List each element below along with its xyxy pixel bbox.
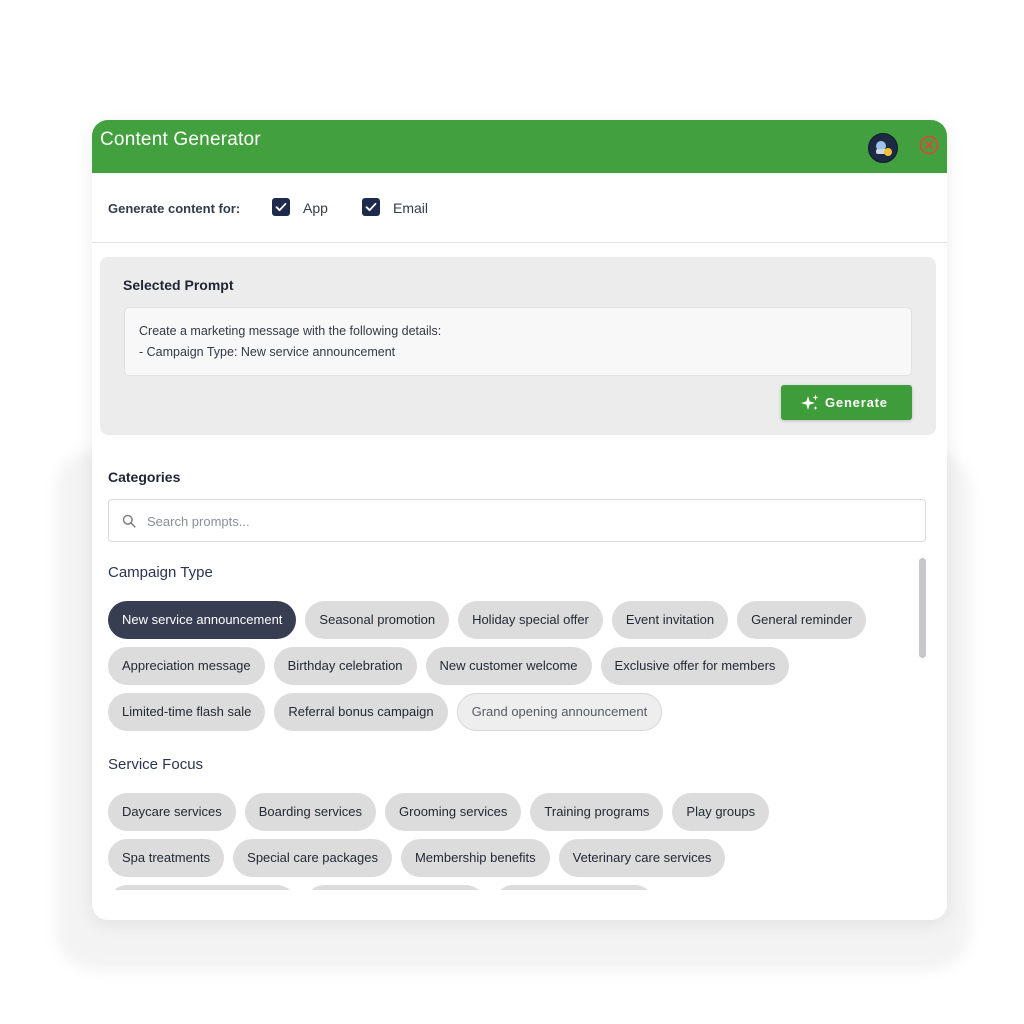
category-scrollbar[interactable] [919,558,927,888]
selected-prompt-heading: Selected Prompt [123,277,234,293]
prompt-text-box[interactable]: Create a marketing message with the foll… [124,307,912,376]
chip-seasonal-promotion[interactable]: Seasonal promotion [305,601,450,639]
chip-row: Spa treatments Special care packages Mem… [108,839,726,877]
window-footer [92,890,947,920]
avatar[interactable] [868,133,898,163]
section-title-campaign-type: Campaign Type [108,564,213,581]
categories-heading: Categories [108,469,181,485]
chip-boarding-services[interactable]: Boarding services [244,793,377,831]
scrollbar-thumb[interactable] [919,558,926,658]
chip-membership-benefits[interactable]: Membership benefits [400,839,550,877]
chip-training-programs[interactable]: Training programs [530,793,664,831]
checkmark-icon [275,202,287,212]
generate-button[interactable]: Generate [781,385,912,420]
chip-special-care-packages[interactable]: Special care packages [233,839,392,877]
email-checkbox[interactable] [362,198,380,216]
content-target-options: Generate content for: App Email [92,174,947,243]
chip-veterinary-care-services[interactable]: Veterinary care services [558,839,726,877]
chip-spa-treatments[interactable]: Spa treatments [108,839,225,877]
prompt-line: Create a marketing message with the foll… [139,324,442,338]
chip-new-service-announcement[interactable]: New service announcement [108,601,297,639]
selected-prompt-panel: Selected Prompt Create a marketing messa… [100,257,936,435]
chip-row: Limited-time flash sale Referral bonus c… [108,693,663,731]
search-box[interactable] [108,499,926,542]
chip-new-customer-welcome[interactable]: New customer welcome [425,647,592,685]
email-checkbox-label[interactable]: Email [393,200,428,216]
chip-exclusive-offer-for-members[interactable]: Exclusive offer for members [600,647,790,685]
close-circle-icon [919,135,939,155]
chip-event-invitation[interactable]: Event invitation [611,601,729,639]
section-title-service-focus: Service Focus [108,756,204,773]
chip-grand-opening-announcement[interactable]: Grand opening announcement [456,693,663,731]
chip-row: Daycare services Boarding services Groom… [108,793,770,831]
chip-appreciation-message[interactable]: Appreciation message [108,647,265,685]
checkmark-icon [365,202,377,212]
sparkle-icon [801,394,819,410]
title-bar: Content Generator [92,120,947,173]
options-label: Generate content for: [108,201,241,216]
window-title: Content Generator [100,129,261,150]
prompt-line: - Campaign Type: New service announcemen… [139,345,396,359]
chip-general-reminder[interactable]: General reminder [737,601,867,639]
content-generator-window: Content Generator Generate content for: … [92,120,947,920]
chip-grooming-services[interactable]: Grooming services [385,793,522,831]
chip-daycare-services[interactable]: Daycare services [108,793,236,831]
category-list: Campaign Type New service announcement S… [92,558,932,890]
chip-limited-time-flash-sale[interactable]: Limited-time flash sale [108,693,266,731]
chip-birthday-celebration[interactable]: Birthday celebration [273,647,417,685]
search-input[interactable] [145,508,909,534]
app-checkbox-label[interactable]: App [303,200,328,216]
generate-button-label: Generate [825,395,888,410]
avatar-badge-icon [876,141,892,156]
chip-play-groups[interactable]: Play groups [672,793,770,831]
chip-holiday-special-offer[interactable]: Holiday special offer [458,601,603,639]
search-icon [122,514,136,528]
app-checkbox[interactable] [272,198,290,216]
close-button[interactable] [918,134,940,156]
chip-row: New service announcement Seasonal promot… [108,601,867,639]
chip-referral-bonus-campaign[interactable]: Referral bonus campaign [274,693,448,731]
chip-row: Appreciation message Birthday celebratio… [108,647,790,685]
